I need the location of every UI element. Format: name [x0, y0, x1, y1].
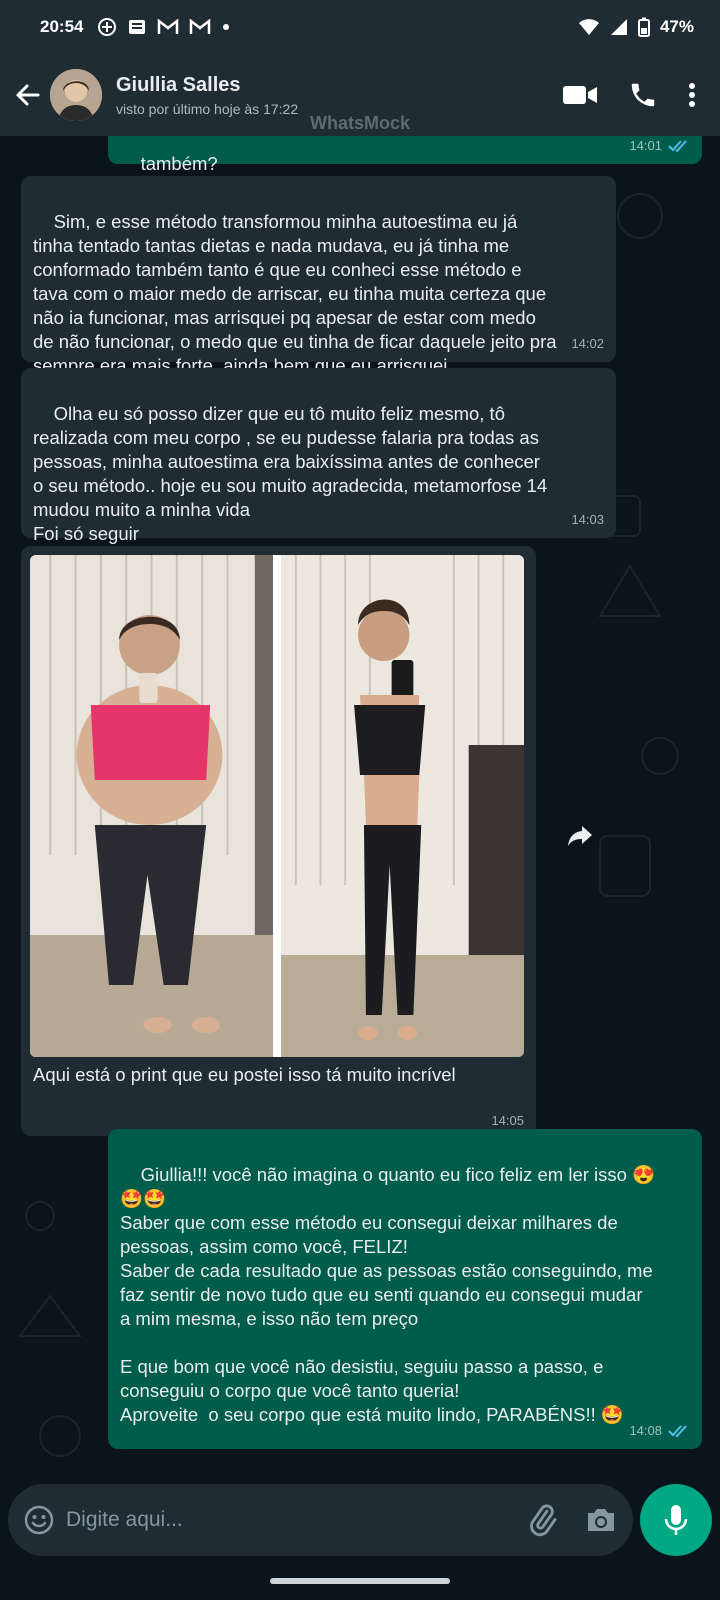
battery-level: 47% — [659, 17, 694, 36]
gmail-icon — [158, 18, 179, 34]
message-meta: 14:03 — [571, 508, 604, 532]
battery-icon — [637, 17, 650, 37]
notification-app-icon — [98, 18, 117, 36]
message-bubble-incoming[interactable]: Sim, e esse método transformou minha aut… — [21, 176, 616, 376]
image-message[interactable]: Aqui está o print que eu postei isso tá … — [21, 546, 536, 1136]
back-button[interactable] — [8, 81, 48, 109]
message-meta: 14:05 — [491, 1113, 524, 1128]
watermark: WhatsMock — [309, 113, 410, 133]
mic-icon — [664, 1505, 688, 1535]
read-receipt-icon — [668, 1425, 687, 1438]
contact-name: Giullia Salles — [116, 73, 241, 96]
message-bubble-outgoing[interactable]: Giullia!!! você não imagina o quanto eu … — [108, 1129, 702, 1449]
back-arrow-icon — [16, 84, 40, 106]
signal-icon — [610, 19, 627, 35]
before-after-photo[interactable] — [30, 555, 524, 1057]
phone-icon[interactable] — [628, 80, 658, 110]
news-icon — [129, 20, 146, 34]
message-text: Olha eu só posso dizer que eu tô muito f… — [33, 403, 548, 544]
message-composer[interactable]: Digite aqui... — [8, 1484, 633, 1556]
status-time: 20:54 — [40, 17, 84, 36]
dot-icon — [223, 24, 230, 30]
notification-icons — [97, 17, 231, 37]
message-time: 14:02 — [571, 336, 604, 351]
camera-icon[interactable] — [585, 1506, 617, 1534]
emoji-icon[interactable] — [24, 1505, 54, 1535]
forward-icon — [568, 826, 592, 846]
mic-button[interactable] — [640, 1484, 712, 1556]
message-time: 14:03 — [571, 512, 604, 527]
video-call-icon[interactable] — [562, 83, 598, 107]
message-time: 14:08 — [629, 1423, 662, 1438]
contact-info[interactable]: Giullia Salles visto por último hoje às … — [116, 74, 298, 117]
message-text: Giullia!!! você não imagina o quanto eu … — [120, 1164, 656, 1425]
message-input[interactable]: Digite aqui... — [66, 1508, 183, 1532]
gesture-bar[interactable] — [270, 1578, 450, 1584]
forward-button[interactable] — [560, 816, 600, 856]
message-text: Sim, e esse método transformou minha aut… — [33, 211, 557, 376]
message-time: 14:01 — [629, 138, 662, 153]
message-meta: 14:08 — [629, 1419, 690, 1443]
attach-icon[interactable] — [525, 1503, 559, 1537]
more-vert-icon[interactable] — [688, 82, 696, 108]
status-bar: 20:54 47% — [0, 0, 720, 54]
message-text: também? — [140, 153, 218, 174]
before-photo — [30, 555, 273, 1057]
message-meta: 14:02 — [571, 332, 604, 356]
image-caption: Aqui está o print que eu postei isso tá … — [33, 1064, 456, 1085]
wifi-icon — [578, 19, 599, 35]
message-time: 14:05 — [491, 1113, 524, 1128]
chat-area[interactable]: também? 14:01 Sim, e esse método transfo… — [0, 136, 720, 1478]
read-receipt-icon — [668, 140, 687, 153]
gmail-icon-2 — [190, 18, 211, 34]
after-photo — [281, 555, 524, 1057]
message-meta: 14:01 — [629, 136, 690, 158]
message-bubble-outgoing[interactable]: também? 14:01 — [108, 136, 702, 174]
message-bubble-incoming[interactable]: Olha eu só posso dizer que eu tô muito f… — [21, 368, 616, 544]
